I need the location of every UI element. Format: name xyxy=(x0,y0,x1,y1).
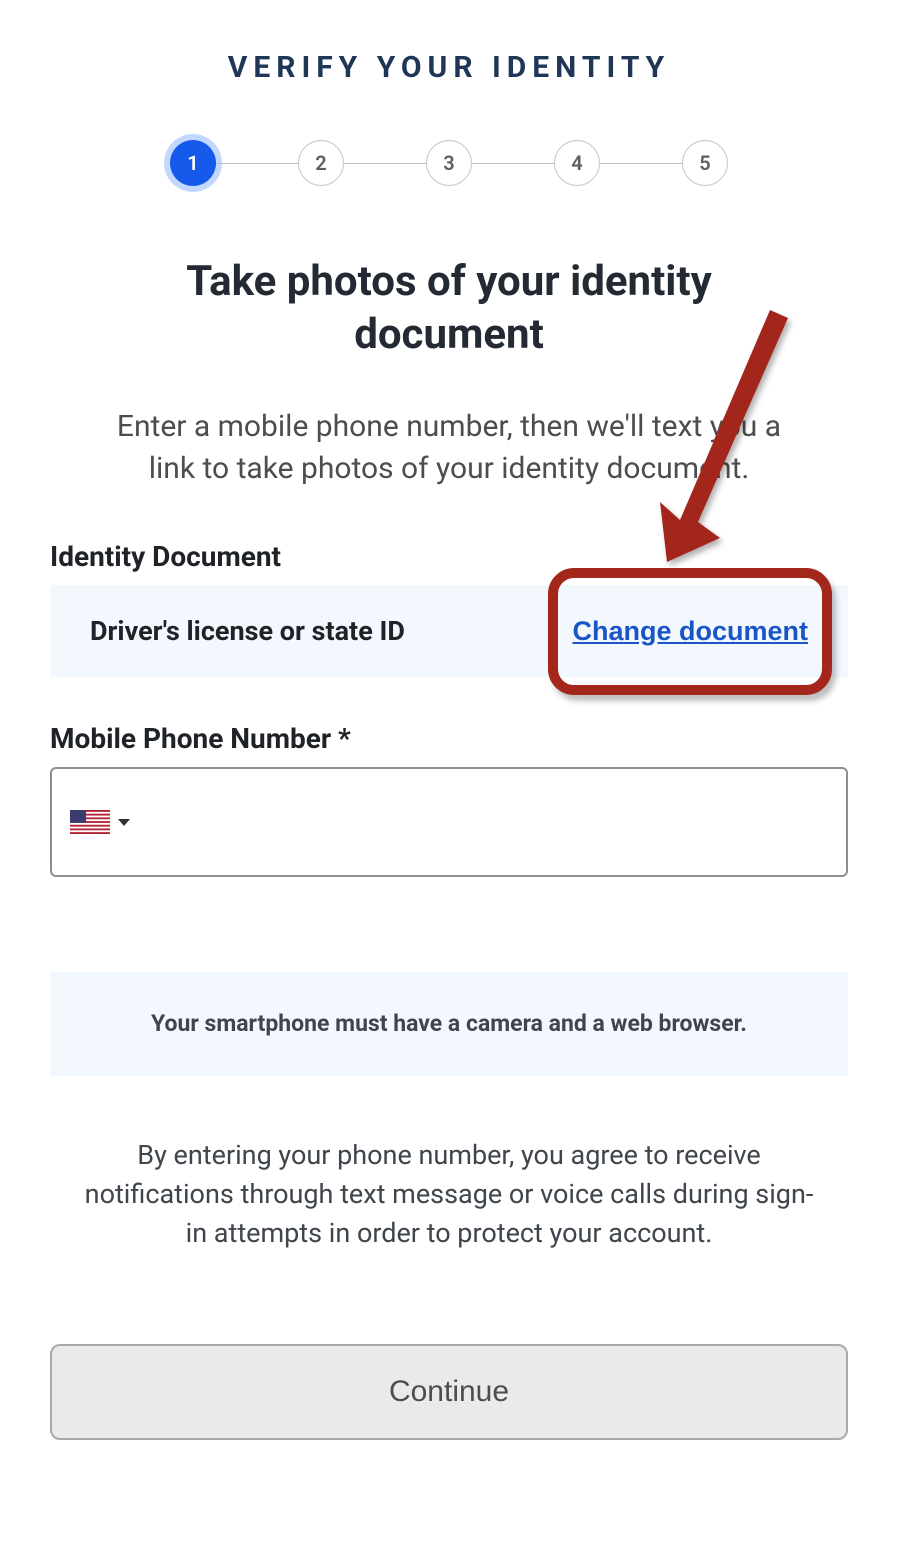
country-code-selector[interactable] xyxy=(70,810,130,834)
consent-text: By entering your phone number, you agree… xyxy=(50,1136,848,1253)
step-connector xyxy=(472,163,554,164)
identity-document-label: Identity Document xyxy=(50,540,848,573)
step-connector xyxy=(216,163,298,164)
change-document-link[interactable]: Change document xyxy=(572,616,808,647)
page-title: VERIFY YOUR IDENTITY xyxy=(50,50,848,85)
chevron-down-icon xyxy=(118,819,130,826)
identity-document-value: Driver's license or state ID xyxy=(90,615,405,647)
phone-number-input[interactable] xyxy=(130,769,828,875)
step-connector xyxy=(344,163,426,164)
smartphone-info-box: Your smartphone must have a camera and a… xyxy=(50,972,848,1076)
section-description: Enter a mobile phone number, then we'll … xyxy=(50,406,848,490)
step-connector xyxy=(600,163,682,164)
step-1: 1 xyxy=(170,140,216,186)
us-flag-icon xyxy=(70,810,110,834)
section-heading: Take photos of your identity document xyxy=(50,256,848,361)
phone-number-label: Mobile Phone Number * xyxy=(50,722,848,755)
step-4: 4 xyxy=(554,140,600,186)
phone-input-wrapper xyxy=(50,767,848,877)
identity-document-box: Driver's license or state ID Change docu… xyxy=(50,585,848,677)
progress-stepper: 1 2 3 4 5 xyxy=(50,140,848,186)
step-3: 3 xyxy=(426,140,472,186)
step-5: 5 xyxy=(682,140,728,186)
continue-button[interactable]: Continue xyxy=(50,1344,848,1440)
step-2: 2 xyxy=(298,140,344,186)
